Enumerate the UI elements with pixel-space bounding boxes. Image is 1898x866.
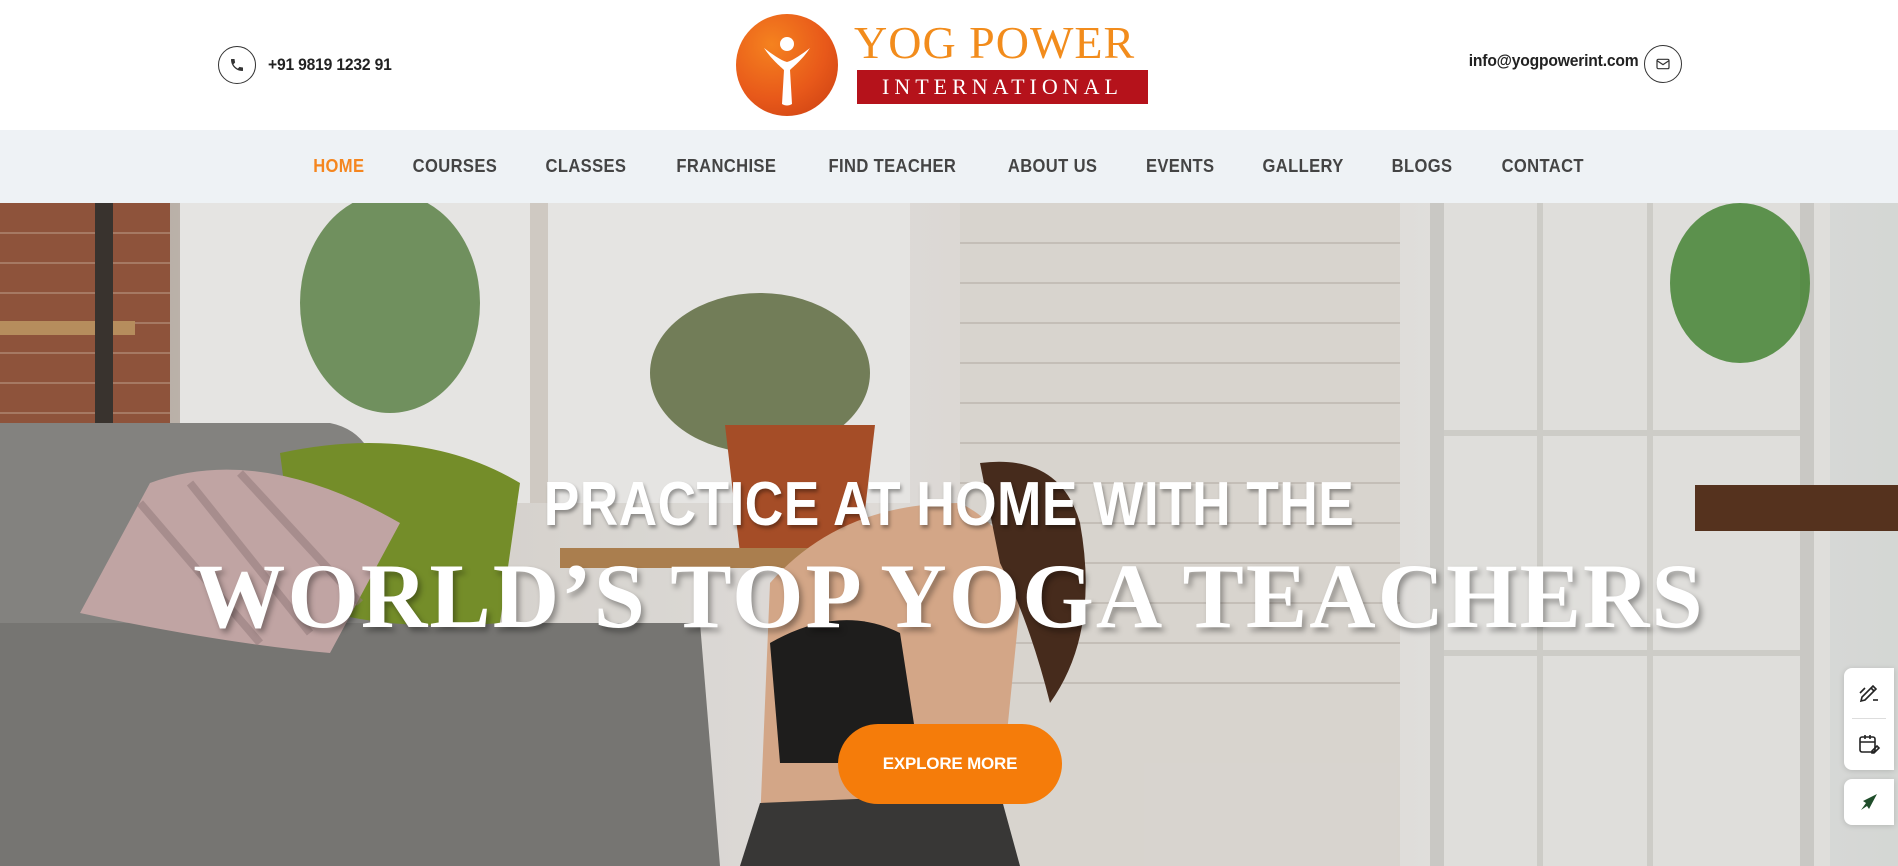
calendar-edit-icon[interactable] (1844, 719, 1894, 769)
explore-more-button[interactable]: EXPLORE MORE (838, 724, 1062, 804)
nav-item-about-us[interactable]: ABOUT US (988, 156, 1116, 177)
nav-item-gallery[interactable]: GALLERY (1244, 156, 1364, 177)
nav-item-franchise[interactable]: FRANCHISE (657, 156, 796, 177)
nav-item-courses[interactable]: COURSES (393, 156, 516, 177)
site-logo[interactable]: YOG POWER INTERNATIONAL (736, 14, 1166, 116)
phone-contact[interactable]: +91 9819 1232 91 (218, 46, 402, 84)
nav-item-blogs[interactable]: BLOGS (1373, 156, 1472, 177)
email-contact[interactable]: info@yogpowerint.com (1454, 45, 1682, 83)
site-header: +91 9819 1232 91 YOG POWER INTERNATIONAL… (0, 0, 1898, 130)
mail-icon[interactable] (1644, 45, 1682, 83)
phone-number[interactable]: +91 9819 1232 91 (268, 55, 392, 75)
arrow-rocket-icon[interactable] (1844, 779, 1894, 825)
nav-item-classes[interactable]: CLASSES (527, 156, 646, 177)
logo-band-text: INTERNATIONAL (882, 74, 1123, 99)
logo-emblem-icon (736, 14, 838, 116)
email-address[interactable]: info@yogpowerint.com (1468, 51, 1638, 71)
phone-icon[interactable] (218, 46, 256, 84)
hero-subheading: PRACTICE AT HOME WITH THE (543, 470, 1355, 539)
hero-heading: WORLD’S TOP YOGA TEACHERS (193, 545, 1705, 647)
nav-item-contact[interactable]: CONTACT (1482, 156, 1603, 177)
nav-item-find-teacher[interactable]: FIND TEACHER (809, 156, 975, 177)
side-widget-launch (1844, 779, 1894, 825)
nav-item-events[interactable]: EVENTS (1127, 156, 1234, 177)
side-widget-tools (1844, 668, 1894, 770)
main-nav: HOME COURSES CLASSES FRANCHISE FIND TEAC… (0, 130, 1898, 203)
hero-banner: PRACTICE AT HOME WITH THE WORLD’S TOP YO… (0, 203, 1898, 866)
edit-pen-icon[interactable] (1844, 668, 1894, 718)
logo-wordmark: YOG POWER (854, 17, 1136, 68)
nav-item-home[interactable]: HOME (294, 156, 384, 177)
logo-band: INTERNATIONAL (857, 70, 1148, 104)
